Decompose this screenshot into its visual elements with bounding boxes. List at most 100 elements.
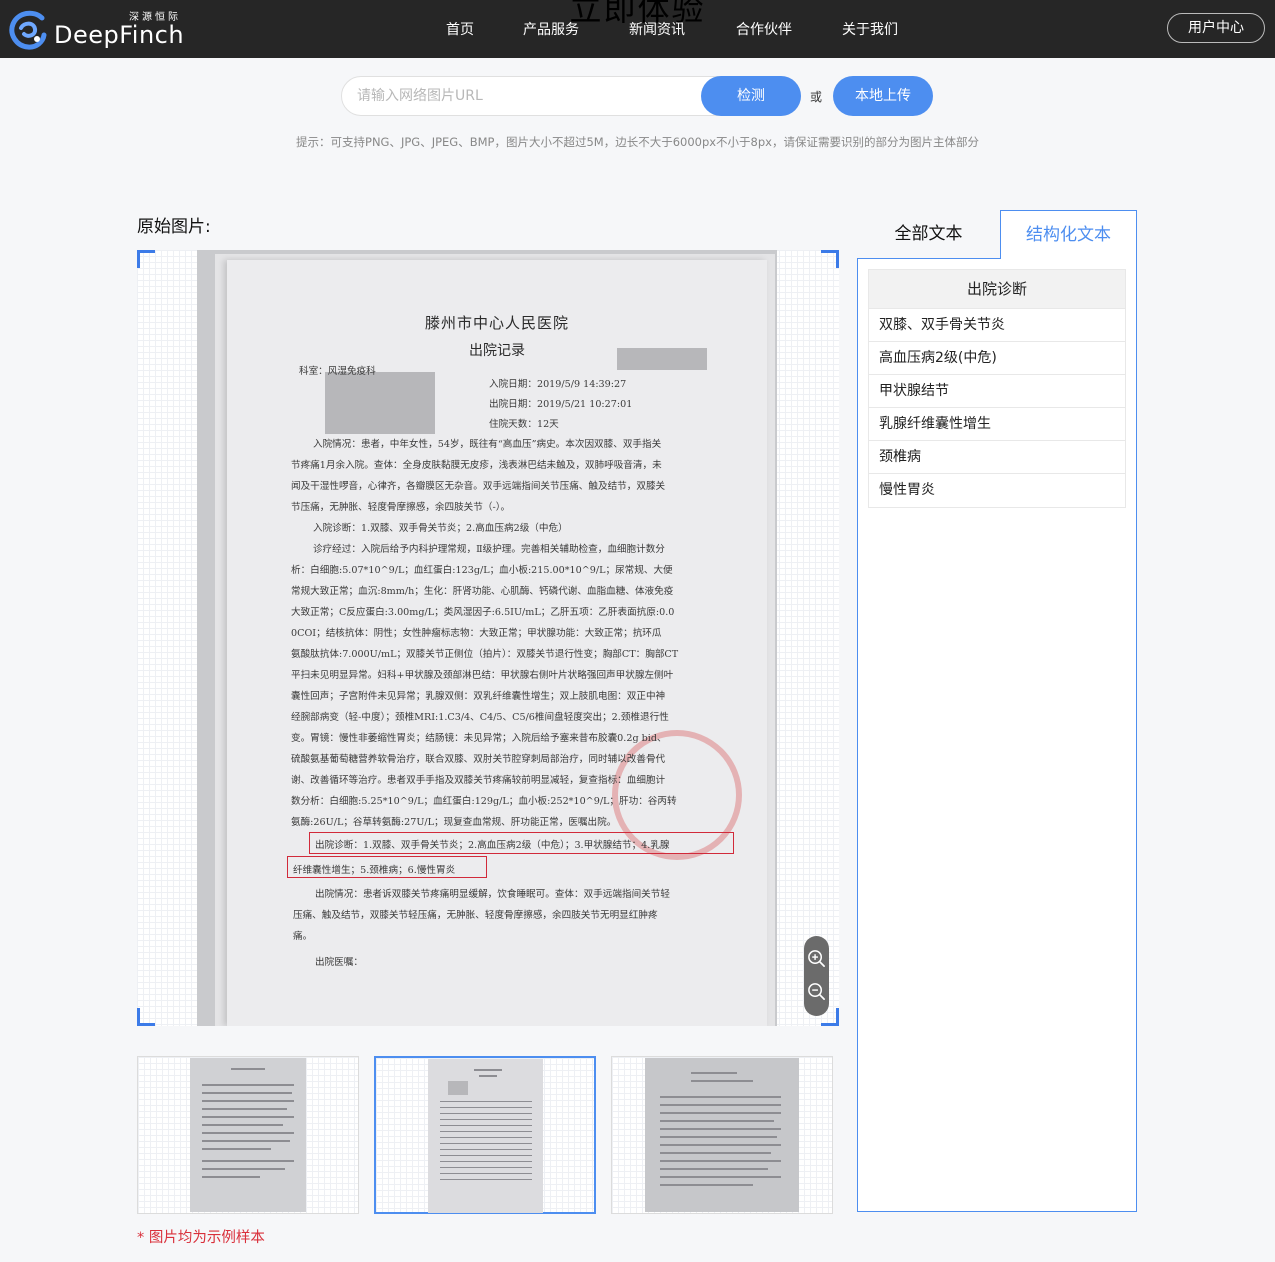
text-line (660, 1184, 753, 1186)
result-panel: 出院诊断 双膝、双手骨关节炎 高血压病2级(中危) 甲状腺结节 乳腺纤维囊性增生… (857, 258, 1137, 1212)
doc-line: 痛。 (293, 931, 313, 942)
upload-hint: 提示：可支持PNG、JPG、JPEG、BMP，图片大小不超过5M，边长不大于60… (296, 135, 979, 149)
zoom-controls (804, 936, 829, 1016)
original-image-title: 原始图片: (137, 217, 211, 237)
nav-item-products[interactable]: 产品服务 (523, 19, 579, 39)
or-separator: 或 (810, 90, 823, 104)
text-line (439, 1149, 532, 1150)
text-line (691, 1080, 753, 1082)
doc-line: 出院日期：2019/5/21 10:27:01 (489, 399, 633, 410)
doc-line: 0COI；结核抗体：阴性；女性肿瘤标志物：大致正常；甲状腺功能：大致正常；抗环瓜 (291, 628, 662, 639)
image-viewer[interactable]: 滕州市中心人民医院 出院记录 科室：风湿免疫科 入院日期：2019/5/9 14… (137, 250, 839, 1026)
text-line (439, 1161, 532, 1162)
sample-thumbnail-1[interactable] (137, 1056, 359, 1214)
text-line (201, 1124, 283, 1126)
text-line (439, 1113, 532, 1114)
user-center-button[interactable]: 用户中心 (1167, 13, 1265, 43)
zoom-out-icon[interactable] (807, 982, 826, 1001)
crop-corner (137, 1008, 155, 1026)
table-row: 双膝、双手骨关节炎 (869, 309, 1125, 342)
doc-line: 诊疗经过：入院后给予内科护理常规，Ⅱ级护理。完善相关辅助检查，血细胞计数分 (313, 544, 665, 555)
doc-line: 住院天数：12天 (489, 419, 559, 430)
sample-image (190, 1058, 306, 1212)
text-line (201, 1116, 295, 1118)
text-line (439, 1173, 532, 1174)
text-line (201, 1140, 290, 1142)
doc-line: 常规大致正常；血沉:8mm/h；生化：肝肾功能、心肌酶、钙磷代谢、血脂血糖、体液… (291, 586, 674, 597)
logo-english-name: DeepFinch (54, 21, 185, 49)
text-line (660, 1112, 781, 1114)
redacted-block (448, 1081, 468, 1095)
text-line (201, 1108, 288, 1110)
doc-line: 入院情况：患者，中年女性，54岁，既往有“高血压”病史。本次因双膝、双手指关 (313, 439, 662, 450)
sample-note: * 图片均为示例样本 (137, 1230, 265, 1246)
nav-item-home[interactable]: 首页 (446, 19, 474, 39)
doc-line: 科室：风湿免疫科 (299, 366, 376, 377)
sample-image (645, 1058, 799, 1212)
doc-line: 平扫未见明显异常。妇科+甲状腺及颈部淋巴结：甲状腺右侧叶片状略强回声甲状腺左侧叶 (291, 670, 674, 681)
text-line (660, 1160, 781, 1162)
nav-item-about[interactable]: 关于我们 (842, 19, 898, 39)
text-line (660, 1128, 781, 1130)
url-search-box: 检测 (341, 76, 801, 116)
detect-button[interactable]: 检测 (701, 76, 801, 116)
doc-line: 入院日期：2019/5/9 14:39:27 (489, 379, 627, 390)
deepfinch-logo[interactable]: 深源恒际 DeepFinch (8, 8, 185, 52)
text-line (660, 1120, 775, 1122)
crop-corner (821, 250, 839, 268)
tab-all-text[interactable]: 全部文本 (857, 210, 1000, 259)
zoom-in-icon[interactable] (807, 949, 826, 968)
doc-line: 大致正常；C反应蛋白:3.00mg/L；类风湿因子:6.5IU/mL；乙肝五项：… (291, 607, 675, 618)
doc-line: 硫酸氨基葡萄糖营养软骨治疗，联合双膝、双肘关节腔穿刺局部治疗，同时辅以改善骨代 (291, 754, 666, 765)
deepfinch-logo-icon (9, 10, 47, 50)
doc-line: 出院医嘱： (315, 957, 363, 968)
doc-line: 氨酶:26U/L；谷草转氨酶:27U/L；现复查血常规、肝功能正常，医嘱出院。 (291, 817, 617, 828)
doc-line: 氨酸肽抗体:7.000U/mL；双膝关节正侧位（拍片）：双膝关节退行性变；胸部C… (291, 649, 679, 660)
hospital-name: 滕州市中心人民医院 (424, 314, 569, 332)
text-line (474, 1069, 502, 1071)
text-line (439, 1143, 532, 1144)
text-line (230, 1068, 266, 1070)
text-line (660, 1152, 772, 1154)
nav-item-news[interactable]: 新闻资讯 (629, 19, 685, 39)
text-line (439, 1125, 532, 1126)
doc-line: 节疼痛1月余入院。查体：全身皮肤黏膜无皮疹，浅表淋巴结未触及，双肺呼吸音清，未 (291, 460, 662, 471)
text-line (439, 1137, 532, 1138)
tab-structured-text[interactable]: 结构化文本 (1000, 210, 1137, 259)
text-line (439, 1167, 532, 1168)
doc-line: 谢、改善循环等治疗。患者双手手指及双膝关节疼痛较前明显减轻，复查指标：血细胞计 (291, 775, 666, 786)
image-url-input[interactable] (357, 85, 687, 107)
sample-thumbnail-2[interactable] (374, 1056, 596, 1214)
text-line (201, 1148, 272, 1150)
text-line (201, 1084, 295, 1086)
local-upload-button[interactable]: 本地上传 (833, 76, 933, 116)
text-line (201, 1132, 295, 1134)
text-line (439, 1107, 532, 1108)
doc-line: 经腕部病变（轻-中度）；颈椎MRI:1.C3/4、C4/5、C5/6椎间盘轻度突… (291, 712, 669, 723)
text-line (439, 1155, 532, 1156)
diagnosis-highlight-box (287, 856, 487, 878)
crop-corner (137, 250, 155, 268)
discharge-record-page: 滕州市中心人民医院 出院记录 科室：风湿免疫科 入院日期：2019/5/9 14… (227, 260, 767, 1026)
table-row: 慢性胃炎 (879, 482, 935, 498)
doc-line: 压痛、触及结节，双膝关节轻压痛，无肿胀、轻度骨摩擦感，余四肢关节无明显红肿疼 (293, 910, 658, 921)
text-line (439, 1131, 532, 1132)
redacted-block (325, 372, 435, 434)
text-line (201, 1100, 295, 1102)
text-line (201, 1160, 295, 1162)
table-row: 乳腺纤维囊性增生 (869, 408, 1125, 441)
doc-line: 变。胃镜：慢性非萎缩性胃炎；结肠镜：未见异常；入院后给予塞来昔布胶囊0.2g b… (291, 733, 667, 744)
text-line (660, 1176, 781, 1178)
nav-item-partners[interactable]: 合作伙伴 (736, 19, 792, 39)
sample-thumbnail-3[interactable] (611, 1056, 833, 1214)
text-line (439, 1179, 532, 1180)
doc-line: 析：白细胞:5.07*10^9/L；血红蛋白:123g/L；血小板:215.00… (291, 565, 673, 576)
table-row: 甲状腺结节 (869, 375, 1125, 408)
text-line (439, 1101, 532, 1102)
table-header: 出院诊断 (869, 270, 1125, 309)
text-line (478, 1075, 497, 1077)
diagnosis-highlight-box (309, 832, 734, 854)
text-line (660, 1144, 781, 1146)
text-line (660, 1136, 778, 1138)
text-line (691, 1072, 738, 1074)
